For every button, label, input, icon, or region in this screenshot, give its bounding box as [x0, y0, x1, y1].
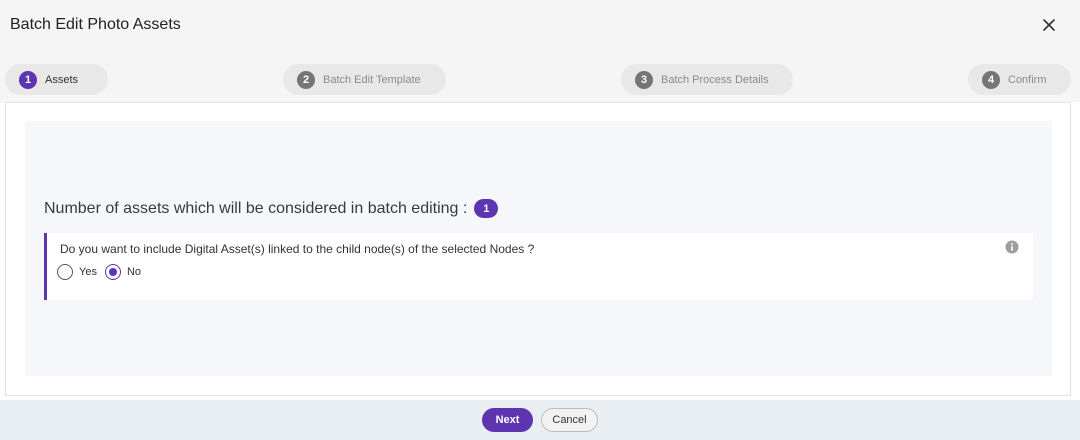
radio-group: Yes No: [57, 264, 149, 280]
assets-panel: Number of assets which will be considere…: [25, 121, 1052, 376]
step-number: 3: [635, 70, 653, 89]
step-label: Batch Edit Template: [323, 73, 421, 86]
radio-yes[interactable]: [57, 264, 73, 280]
step-number: 1: [19, 70, 37, 89]
radio-no[interactable]: [104, 264, 121, 280]
step-assets[interactable]: 1 Assets: [5, 64, 108, 95]
step-number: 4: [982, 70, 1000, 89]
asset-count-heading: Number of assets which will be considere…: [44, 199, 499, 218]
step-confirm[interactable]: 4 Confirm: [968, 64, 1071, 95]
heading-text: Number of assets which will be considere…: [44, 199, 468, 217]
include-child-assets-question: Do you want to include Digital Asset(s) …: [44, 233, 1033, 300]
radio-label-yes: Yes: [79, 266, 97, 278]
step-number: 2: [297, 70, 315, 89]
asset-count-badge: 1: [474, 199, 499, 218]
dialog-footer: Next Cancel: [0, 400, 1080, 440]
stepper: 1 Assets 2 Batch Edit Template 3 Batch P…: [0, 50, 1080, 102]
dialog-title: Batch Edit Photo Assets: [10, 16, 181, 33]
dialog-header: Batch Edit Photo Assets: [0, 0, 1080, 50]
step-label: Assets: [45, 73, 79, 86]
cancel-button[interactable]: Cancel: [541, 408, 598, 432]
radio-option-yes[interactable]: Yes: [57, 264, 97, 280]
step-label: Batch Process Details: [661, 73, 769, 86]
step-batch-process-details[interactable]: 3 Batch Process Details: [621, 64, 793, 95]
close-button[interactable]: [1038, 14, 1060, 36]
radio-dot: [108, 268, 117, 276]
radio-option-no[interactable]: No: [104, 264, 142, 280]
info-icon[interactable]: [1005, 240, 1019, 254]
radio-label-no: No: [126, 266, 142, 278]
next-button[interactable]: Next: [482, 408, 533, 432]
close-icon: [1043, 19, 1055, 31]
question-text: Do you want to include Digital Asset(s) …: [60, 242, 535, 256]
step-batch-edit-template[interactable]: 2 Batch Edit Template: [283, 64, 446, 95]
content-area: Number of assets which will be considere…: [5, 102, 1071, 396]
step-label: Confirm: [1008, 73, 1047, 86]
